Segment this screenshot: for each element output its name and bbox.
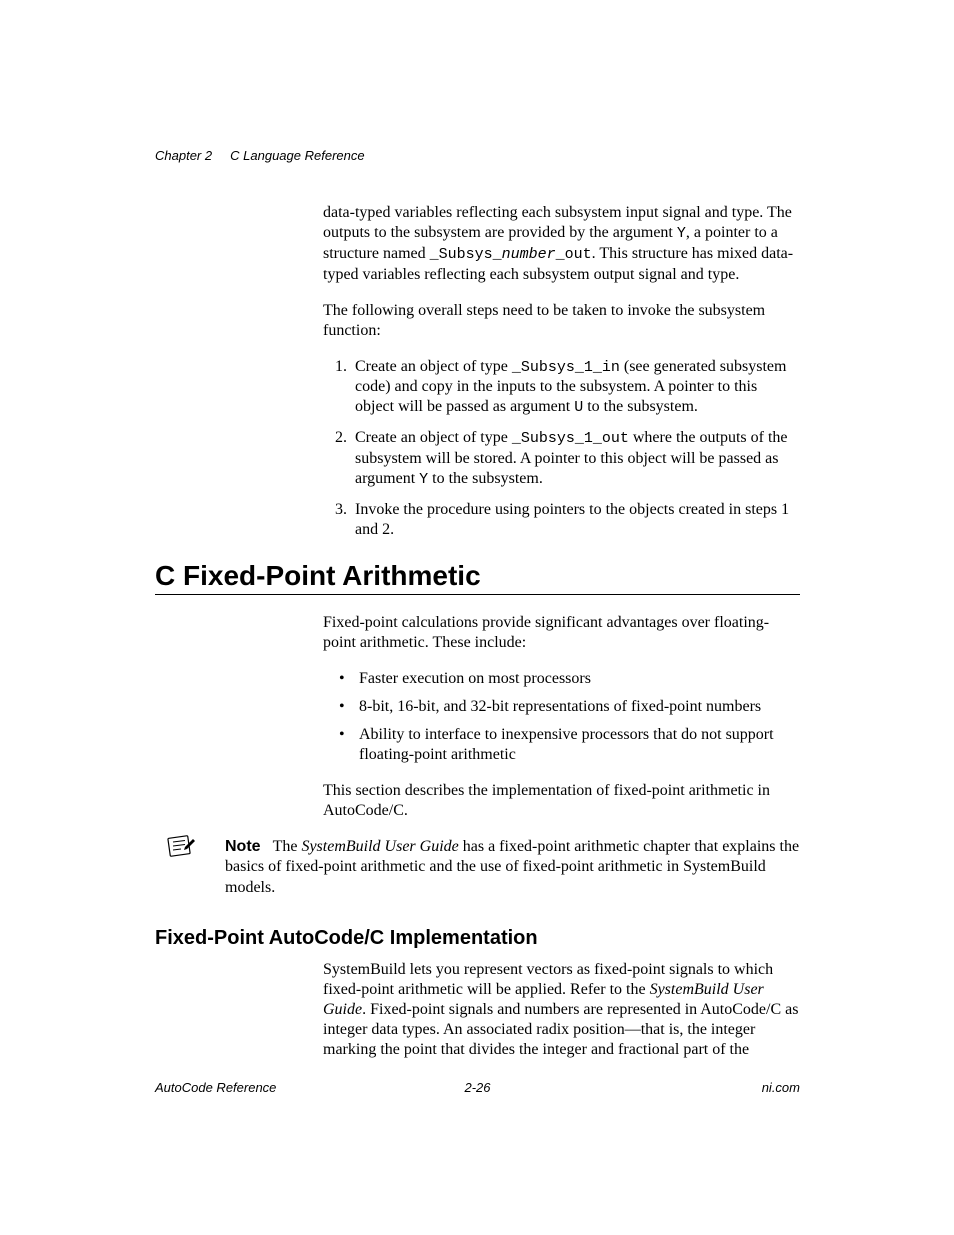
inline-code: U bbox=[574, 399, 583, 416]
inline-code: _Subsys_1_out bbox=[512, 430, 629, 447]
section-heading: C Fixed-Point Arithmetic bbox=[155, 560, 800, 595]
page-content: Chapter 2 C Language Reference data-type… bbox=[155, 148, 800, 1076]
note-icon bbox=[165, 835, 195, 859]
chapter-number: Chapter 2 bbox=[155, 148, 212, 163]
inline-code: _Subsys_ bbox=[430, 246, 502, 263]
numbered-list: Create an object of type _Subsys_1_in (s… bbox=[323, 357, 800, 540]
footer-page-number: 2-26 bbox=[155, 1080, 800, 1095]
paragraph: data-typed variables reflecting each sub… bbox=[323, 203, 800, 285]
inline-code: Y bbox=[419, 471, 428, 488]
inline-code-param: number bbox=[502, 246, 556, 263]
inline-code: _out bbox=[556, 246, 592, 263]
subsection-heading: Fixed-Point AutoCode/C Implementation bbox=[155, 927, 800, 950]
body-column: Fixed-point calculations provide signifi… bbox=[323, 613, 800, 821]
paragraph: Fixed-point calculations provide signifi… bbox=[323, 613, 800, 653]
inline-code: _Subsys_1_in bbox=[512, 359, 620, 376]
note-label: Note bbox=[225, 838, 261, 855]
running-header: Chapter 2 C Language Reference bbox=[155, 148, 800, 163]
note-block: Note The SystemBuild User Guide has a fi… bbox=[225, 837, 800, 899]
list-item: Ability to interface to inexpensive proc… bbox=[347, 725, 800, 765]
list-item: Faster execution on most processors bbox=[347, 669, 800, 689]
footer-site: ni.com bbox=[762, 1080, 800, 1095]
list-item: 8-bit, 16-bit, and 32-bit representation… bbox=[347, 697, 800, 717]
list-item: Create an object of type _Subsys_1_out w… bbox=[351, 428, 800, 490]
body-column: SystemBuild lets you represent vectors a… bbox=[323, 960, 800, 1060]
paragraph: This section describes the implementatio… bbox=[323, 781, 800, 821]
body-column: data-typed variables reflecting each sub… bbox=[323, 203, 800, 540]
list-item: Invoke the procedure using pointers to t… bbox=[351, 500, 800, 540]
paragraph: SystemBuild lets you represent vectors a… bbox=[323, 960, 800, 1060]
paragraph: The following overall steps need to be t… bbox=[323, 301, 800, 341]
citation-title: SystemBuild User Guide bbox=[301, 838, 458, 855]
bullet-list: Faster execution on most processors 8-bi… bbox=[323, 669, 800, 765]
inline-code: Y bbox=[677, 225, 686, 242]
chapter-title: C Language Reference bbox=[230, 148, 364, 163]
list-item: Create an object of type _Subsys_1_in (s… bbox=[351, 357, 800, 419]
